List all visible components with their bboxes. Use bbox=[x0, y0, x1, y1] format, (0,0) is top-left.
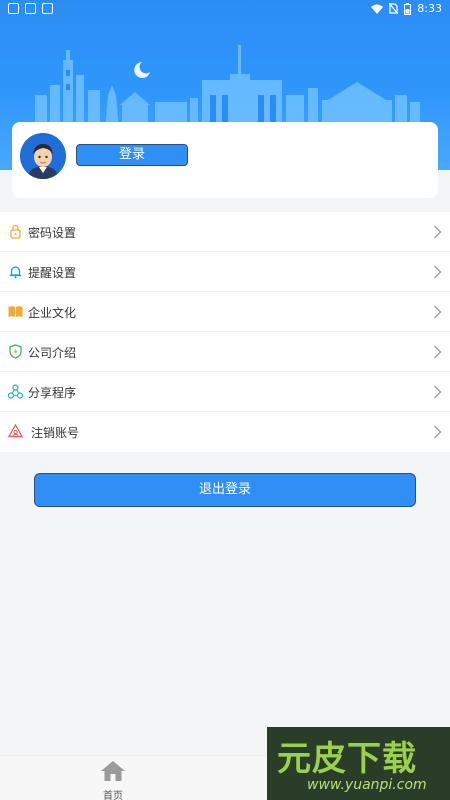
chevron-right-icon bbox=[434, 305, 442, 319]
chevron-right-icon bbox=[434, 345, 442, 359]
menu-item-corporate-culture[interactable]: 企业文化 bbox=[0, 292, 450, 332]
chevron-right-icon bbox=[434, 425, 442, 439]
menu-item-label: 分享程序 bbox=[28, 386, 77, 400]
lock-icon bbox=[10, 224, 21, 239]
menu-item-label: 公司介绍 bbox=[28, 346, 77, 360]
menu-item-reminder-settings[interactable]: 提醒设置 bbox=[0, 252, 450, 292]
settings-menu: 密码设置 提醒设置 企业文化 公司介绍 分享程序 注销账号 bbox=[0, 212, 450, 452]
wifi-icon bbox=[371, 4, 384, 14]
bell-icon bbox=[10, 266, 21, 279]
tab-home-label: 首页 bbox=[103, 791, 123, 800]
book-icon bbox=[8, 306, 23, 317]
menu-item-password-settings[interactable]: 密码设置 bbox=[0, 212, 450, 252]
share-icon bbox=[8, 384, 23, 399]
logout-button[interactable]: 退出登录 bbox=[34, 473, 416, 507]
avatar[interactable] bbox=[20, 133, 66, 179]
battery-icon bbox=[404, 2, 412, 15]
profile-card: 登录 bbox=[12, 122, 438, 198]
home-icon bbox=[101, 761, 125, 781]
image-icon bbox=[25, 3, 36, 14]
chevron-right-icon bbox=[434, 225, 442, 239]
user-avatar-icon bbox=[20, 133, 66, 179]
watermark-logo: 元皮下载 www.yuanpi.com bbox=[267, 727, 450, 800]
menu-item-company-intro[interactable]: 公司介绍 bbox=[0, 332, 450, 372]
menu-item-label: 提醒设置 bbox=[28, 266, 77, 280]
notification-icon bbox=[8, 3, 19, 14]
status-time: 8:33 bbox=[417, 2, 442, 15]
tab-home[interactable]: 首页 bbox=[95, 760, 131, 800]
no-sim-icon bbox=[389, 3, 399, 14]
text-icon bbox=[42, 3, 53, 14]
login-button[interactable]: 登录 bbox=[76, 144, 188, 166]
menu-item-label: 密码设置 bbox=[28, 226, 77, 240]
cancel-account-icon bbox=[8, 424, 23, 438]
menu-item-label: 注销账号 bbox=[31, 426, 80, 440]
status-bar: 8:33 bbox=[0, 0, 450, 18]
menu-item-cancel-account[interactable]: 注销账号 bbox=[0, 412, 450, 452]
chevron-right-icon bbox=[434, 385, 442, 399]
menu-item-share-app[interactable]: 分享程序 bbox=[0, 372, 450, 412]
watermark-url: www.yuanpi.com bbox=[307, 777, 427, 793]
menu-item-label: 企业文化 bbox=[28, 306, 77, 320]
chevron-right-icon bbox=[434, 265, 442, 279]
watermark-text: 元皮下载 bbox=[277, 739, 417, 779]
moon-icon bbox=[134, 62, 150, 78]
city-skyline-illustration bbox=[30, 45, 420, 130]
shield-icon bbox=[9, 344, 22, 359]
